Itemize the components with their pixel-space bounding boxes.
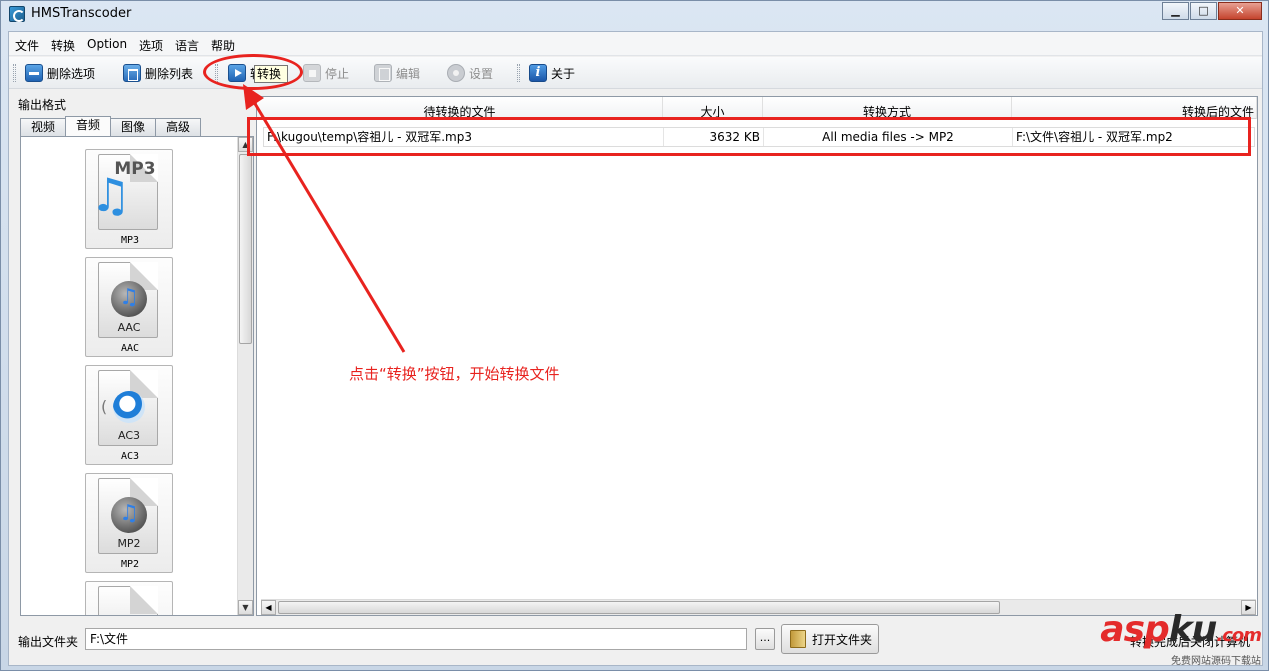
column-method[interactable]: 转换方式 [763,97,1012,119]
delete-list-label: 删除列表 [145,66,194,81]
browse-button[interactable]: ... [755,628,775,650]
annotation-circle [203,54,303,90]
document-icon [98,586,158,615]
maximize-button[interactable]: □ [1190,2,1217,20]
tab-advanced[interactable]: 高级 [155,118,202,136]
output-folder-input[interactable]: F:\文件 [85,628,747,650]
stop-icon [303,64,321,82]
watermark-logo: aspku.com [1100,609,1262,654]
column-target-file[interactable]: 转换后的文件 [1012,97,1257,119]
menu-bar: 文件 转换 Option 选项 语言 帮助 [9,32,1262,56]
format-label: AC3 [120,451,140,462]
open-folder-button[interactable]: 打开文件夹 [781,624,879,654]
column-size[interactable]: 大小 [663,97,763,119]
menu-option[interactable]: Option [87,37,127,51]
mp2-document-icon: MP2 [98,478,158,554]
watermark-ku: ku [1168,609,1218,650]
format-card-aac[interactable]: AAC AAC [85,257,173,357]
music-note-icon: ♫ [90,168,132,222]
format-label: AAC [120,343,140,354]
open-folder-label: 打开文件夹 [812,632,873,647]
gear-icon [447,64,465,82]
watermark-subtitle: 免费网站源码下载站 [1171,656,1261,667]
toolbar-grip[interactable] [13,64,16,82]
title-bar[interactable]: HMSTranscoder ▁ □ ✕ [1,1,1268,27]
mp2-icon-text: MP2 [117,537,141,550]
window-title: HMSTranscoder [31,6,132,21]
stop-button[interactable]: 停止 [303,61,349,85]
toolbar: 删除选项 删除列表 转换 停止 编辑 设置 [9,57,1262,89]
aac-icon-text: AAC [117,321,141,334]
output-format-label: 输出格式 [18,98,67,112]
watermark-com: .com [1216,625,1262,646]
minimize-button[interactable]: ▁ [1162,2,1189,20]
window-controls: ▁ □ ✕ [1161,2,1262,20]
menu-language[interactable]: 语言 [175,37,199,54]
itunes-disc-icon [111,497,147,533]
format-card-mp2[interactable]: MP2 MP2 [85,473,173,573]
ac3-document-icon: () AC3 [98,370,158,446]
ac3-icon-text: AC3 [117,429,140,442]
scroll-thumb[interactable] [239,154,252,344]
delete-item-button[interactable]: 删除选项 [25,61,95,85]
delete-item-label: 删除选项 [47,66,96,81]
delete-list-button[interactable]: 删除列表 [123,61,193,85]
scroll-left-icon[interactable]: ◀ [261,600,276,615]
tab-image[interactable]: 图像 [110,118,157,136]
close-button[interactable]: ✕ [1218,2,1262,20]
file-list-panel: 待转换的文件 大小 转换方式 转换后的文件 F:\kugou\temp\容祖儿 … [256,96,1258,616]
aac-document-icon: AAC [98,262,158,338]
info-icon: i [529,64,547,82]
column-source-file[interactable]: 待转换的文件 [257,97,663,119]
film-icon [374,64,392,82]
settings-button[interactable]: 设置 [447,61,493,85]
minus-icon [25,64,43,82]
format-label: MP2 [120,559,140,570]
about-label: 关于 [551,66,576,81]
format-tabs: 视频 音频 图像 高级 [20,116,202,136]
edit-label: 编辑 [396,66,421,81]
quicktime-icon [113,391,145,423]
output-format-panel: 输出格式 视频 音频 图像 高级 MP3 ♫ MP3 ♫ AAC AAC AC3… [18,96,254,616]
audio-format-pane: MP3 ♫ MP3 AAC AAC () [20,136,254,616]
stop-label: 停止 [325,66,350,81]
menu-help[interactable]: 帮助 [211,37,235,54]
tab-audio[interactable]: 音频 [65,116,112,136]
file-table-header: 待转换的文件 大小 转换方式 转换后的文件 [257,97,1257,119]
menu-convert[interactable]: 转换 [51,37,75,54]
toolbar-grip-3[interactable] [517,64,520,82]
site-watermark: aspku.com 免费网站源码下载站 [1100,609,1262,668]
hscroll-thumb[interactable] [278,601,1000,614]
app-icon [9,6,25,22]
output-folder-label: 输出文件夹 [18,635,79,649]
format-card-ac3[interactable]: () AC3 AC3 [85,365,173,465]
about-button[interactable]: i 关于 [529,61,575,85]
menu-options[interactable]: 选项 [139,37,163,54]
itunes-disc-icon [111,281,147,317]
format-card-partial[interactable] [85,581,173,615]
tab-video[interactable]: 视频 [20,118,67,136]
format-card-mp3[interactable]: MP3 ♫ MP3 [85,149,173,249]
format-list: MP3 ♫ MP3 AAC AAC () [21,137,237,615]
bottom-bar: 输出文件夹 F:\文件 ... 打开文件夹 转换完成后关闭计算机 [9,624,1262,660]
watermark-asp: asp [1100,609,1169,650]
annotation-highlight-box [247,117,1251,156]
main-window: HMSTranscoder ▁ □ ✕ 文件 转换 Option 选项 语言 帮… [0,0,1269,671]
format-label: MP3 [120,235,140,246]
menu-file[interactable]: 文件 [15,37,39,54]
trash-icon [123,64,141,82]
folder-icon [790,630,806,648]
annotation-text: 点击“转换”按钮，开始转换文件 [349,365,560,383]
settings-label: 设置 [469,66,494,81]
format-list-scrollbar[interactable]: ▲ ▼ [237,137,253,615]
edit-button[interactable]: 编辑 [374,61,420,85]
scroll-down-icon[interactable]: ▼ [238,600,253,615]
